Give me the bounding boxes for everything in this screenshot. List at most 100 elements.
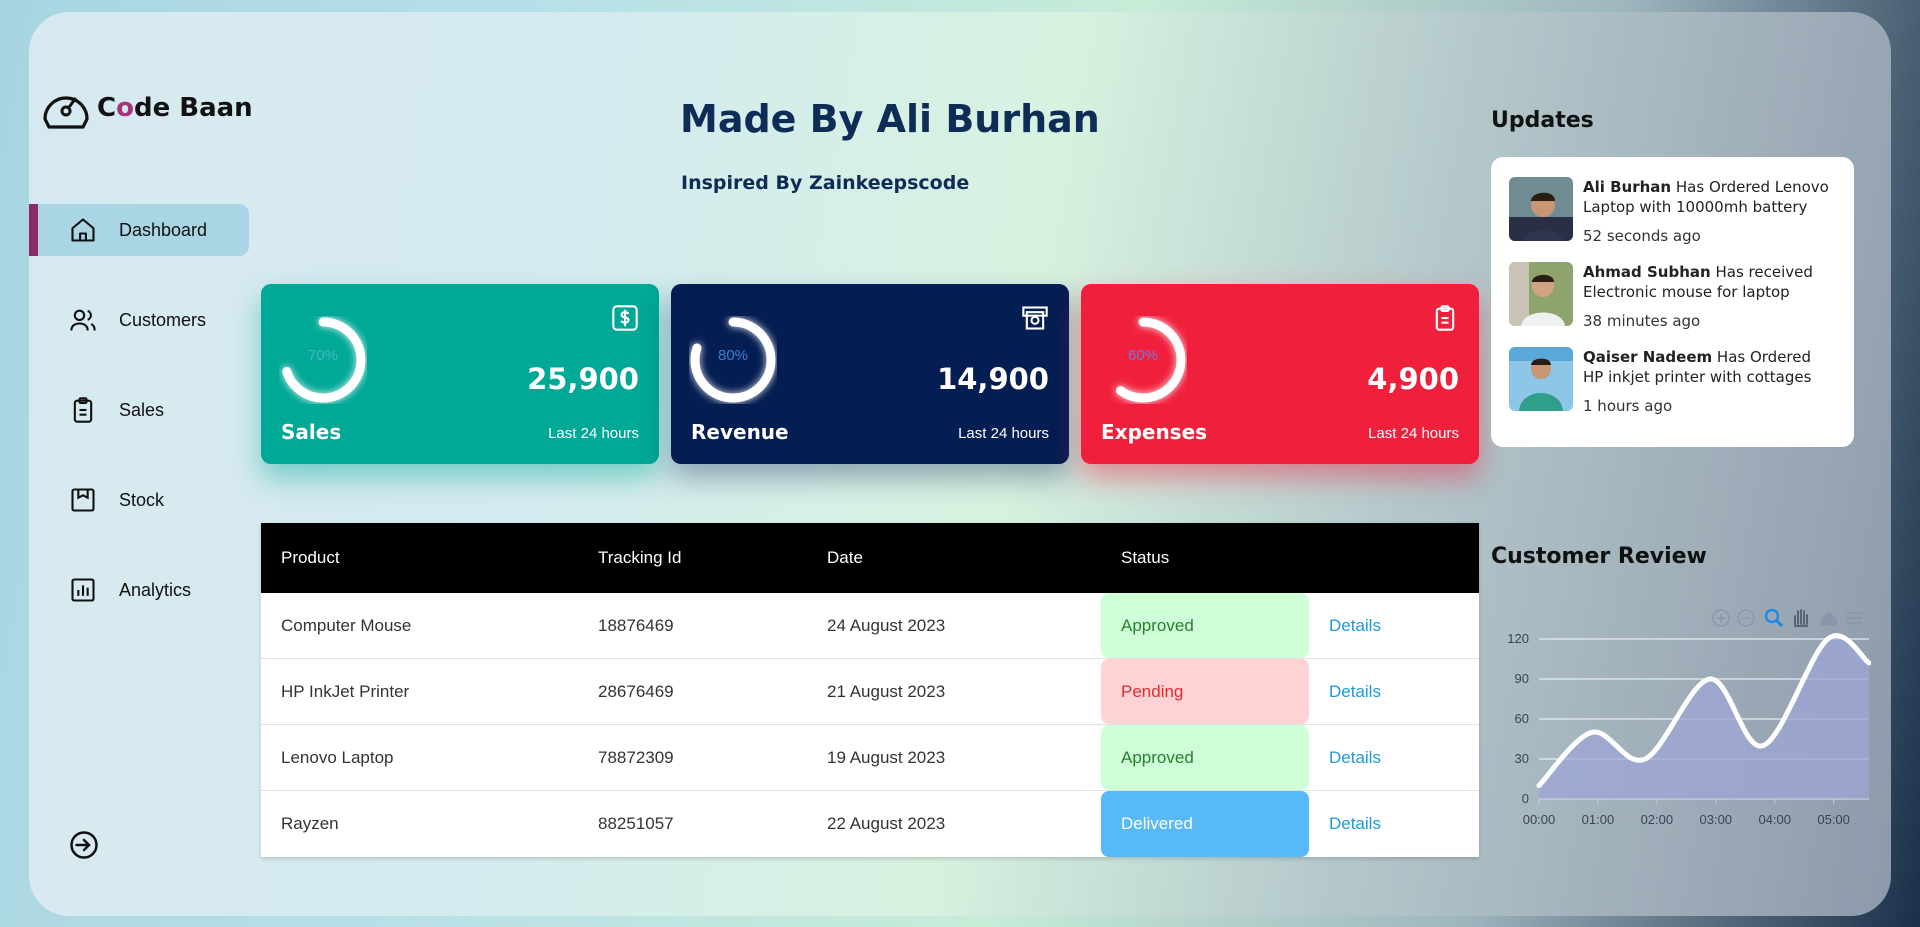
- sidebar-item-customers[interactable]: Customers: [29, 294, 249, 346]
- expenses-card[interactable]: 60% 4,900 Expenses Last 24 hours: [1081, 284, 1479, 464]
- card-name: Revenue: [691, 420, 789, 444]
- column-header-product: Product: [281, 548, 340, 567]
- progress-percent: 80%: [717, 347, 749, 364]
- y-tick-label: 60: [1515, 711, 1529, 726]
- table-row: Lenovo Laptop 78872309 19 August 2023 Ap…: [261, 725, 1479, 791]
- updates-heading: Updates: [1491, 108, 1594, 133]
- status-badge: Approved: [1101, 593, 1309, 658]
- update-text: Ahmad Subhan Has received Electronic mou…: [1583, 263, 1813, 301]
- card-timeframe: Last 24 hours: [958, 425, 1049, 442]
- card-value: 14,900: [937, 362, 1049, 396]
- sidebar-item-dashboard[interactable]: Dashboard: [29, 204, 249, 256]
- zoom-select-icon[interactable]: [1764, 608, 1784, 628]
- details-link[interactable]: Details: [1309, 748, 1381, 768]
- revenue-card[interactable]: 80% 14,900 Revenue Last 24 hours: [671, 284, 1069, 464]
- money-icon: [1022, 306, 1048, 330]
- dollar-icon: [612, 305, 638, 331]
- x-tick-label: 02:00: [1641, 812, 1674, 827]
- column-header-status: Status: [1121, 548, 1170, 567]
- zoom-out-icon[interactable]: [1737, 609, 1755, 627]
- update-item[interactable]: Ali Burhan Has Ordered Lenovo Laptop wit…: [1509, 177, 1836, 245]
- orders-table: Product Tracking Id Date Status Computer…: [261, 523, 1479, 857]
- sidebar-item-label: Dashboard: [119, 219, 208, 240]
- sidebar-item-label: Stock: [119, 489, 165, 510]
- y-tick-label: 0: [1522, 791, 1529, 806]
- clipboard-icon: [73, 397, 93, 423]
- update-item[interactable]: Ahmad Subhan Has received Electronic mou…: [1509, 262, 1836, 330]
- bar-chart-icon: [71, 578, 95, 602]
- progress-percent: 60%: [1127, 347, 1159, 364]
- cell-date: 19 August 2023: [827, 747, 946, 767]
- update-content: Ali Burhan Has Ordered Lenovo Laptop wit…: [1583, 177, 1836, 245]
- card-value: 25,900: [527, 362, 639, 396]
- sidebar-item-analytics[interactable]: Analytics: [29, 564, 249, 616]
- cell-tracking: 18876469: [598, 615, 674, 635]
- table-row: HP InkJet Printer 28676469 21 August 202…: [261, 659, 1479, 725]
- logout-icon[interactable]: [69, 830, 99, 860]
- card-value: 4,900: [1367, 362, 1459, 396]
- menu-icon[interactable]: [1846, 612, 1862, 624]
- clipboard-icon: [1435, 305, 1455, 331]
- sales-card[interactable]: 70% 25,900 Sales Last 24 hours: [261, 284, 659, 464]
- sidebar-item-label: Sales: [119, 399, 165, 420]
- x-tick-label: 01:00: [1582, 812, 1615, 827]
- details-link[interactable]: Details: [1309, 814, 1381, 834]
- update-user: Ahmad Subhan: [1583, 263, 1711, 281]
- sidebar-item-sales[interactable]: Sales: [29, 384, 249, 436]
- sidebar-item-label: Analytics: [119, 579, 192, 600]
- sidebar-item-stock[interactable]: Stock: [29, 474, 249, 526]
- details-link[interactable]: Details: [1309, 682, 1381, 702]
- update-user: Ali Burhan: [1583, 178, 1672, 196]
- sidebar-item-label: Customers: [119, 309, 207, 330]
- update-item[interactable]: Qaiser Nadeem Has Ordered HP inkjet prin…: [1509, 347, 1836, 415]
- update-time: 52 seconds ago: [1583, 227, 1701, 245]
- pan-hand-icon[interactable]: [1794, 609, 1808, 627]
- users-icon: [70, 309, 96, 331]
- dashboard-window: Code Baan Dashboard Customers Sales Stoc…: [29, 12, 1891, 916]
- speedometer-icon: [43, 96, 89, 129]
- status-badge: Delivered: [1101, 791, 1309, 857]
- cell-date: 21 August 2023: [827, 681, 946, 701]
- avatar: [1509, 347, 1573, 411]
- zoom-in-icon[interactable]: [1712, 609, 1730, 627]
- update-text: Qaiser Nadeem Has Ordered HP inkjet prin…: [1583, 348, 1812, 386]
- cell-date: 22 August 2023: [827, 814, 946, 833]
- status-badge: Pending: [1101, 659, 1309, 724]
- cell-product: HP InkJet Printer: [281, 681, 410, 701]
- y-tick-label: 90: [1515, 671, 1529, 686]
- card-timeframe: Last 24 hours: [548, 425, 639, 442]
- cell-product: Rayzen: [281, 814, 339, 833]
- update-content: Qaiser Nadeem Has Ordered HP inkjet prin…: [1583, 347, 1836, 415]
- details-link[interactable]: Details: [1309, 616, 1381, 636]
- reset-home-icon[interactable]: [1821, 611, 1837, 626]
- update-user: Qaiser Nadeem: [1583, 348, 1713, 366]
- progress-percent: 70%: [307, 347, 339, 364]
- avatar: [1509, 177, 1573, 241]
- x-tick-label: 05:00: [1817, 812, 1850, 827]
- cell-product: Lenovo Laptop: [281, 747, 394, 767]
- column-header-tracking: Tracking Id: [598, 548, 682, 567]
- y-tick-label: 30: [1515, 751, 1529, 766]
- cell-tracking: 78872309: [598, 747, 674, 767]
- page-subtitle: Inspired By Zainkeepscode: [681, 172, 970, 194]
- update-text: Ali Burhan Has Ordered Lenovo Laptop wit…: [1583, 178, 1829, 216]
- table-row: Rayzen 88251057 22 August 2023 Delivered…: [261, 791, 1479, 857]
- cell-date: 24 August 2023: [827, 615, 946, 635]
- cell-product: Computer Mouse: [281, 615, 412, 635]
- page-title: Made By Ali Burhan: [680, 97, 1100, 141]
- x-tick-label: 00:00: [1523, 812, 1556, 827]
- table-row: Computer Mouse 18876469 24 August 2023 A…: [261, 593, 1479, 659]
- update-time: 1 hours ago: [1583, 397, 1673, 415]
- brand-logo[interactable]: Code Baan: [41, 85, 253, 131]
- y-tick-label: 120: [1507, 631, 1529, 646]
- package-icon: [71, 488, 95, 512]
- avatar: [1509, 262, 1573, 326]
- home-icon: [71, 218, 95, 242]
- updates-panel: Ali Burhan Has Ordered Lenovo Laptop wit…: [1491, 157, 1854, 447]
- customer-review-heading: Customer Review: [1491, 544, 1707, 569]
- status-badge: Approved: [1101, 725, 1309, 790]
- card-name: Expenses: [1101, 420, 1208, 444]
- x-tick-label: 03:00: [1700, 812, 1733, 827]
- update-time: 38 minutes ago: [1583, 312, 1701, 330]
- cell-tracking: 28676469: [598, 681, 674, 701]
